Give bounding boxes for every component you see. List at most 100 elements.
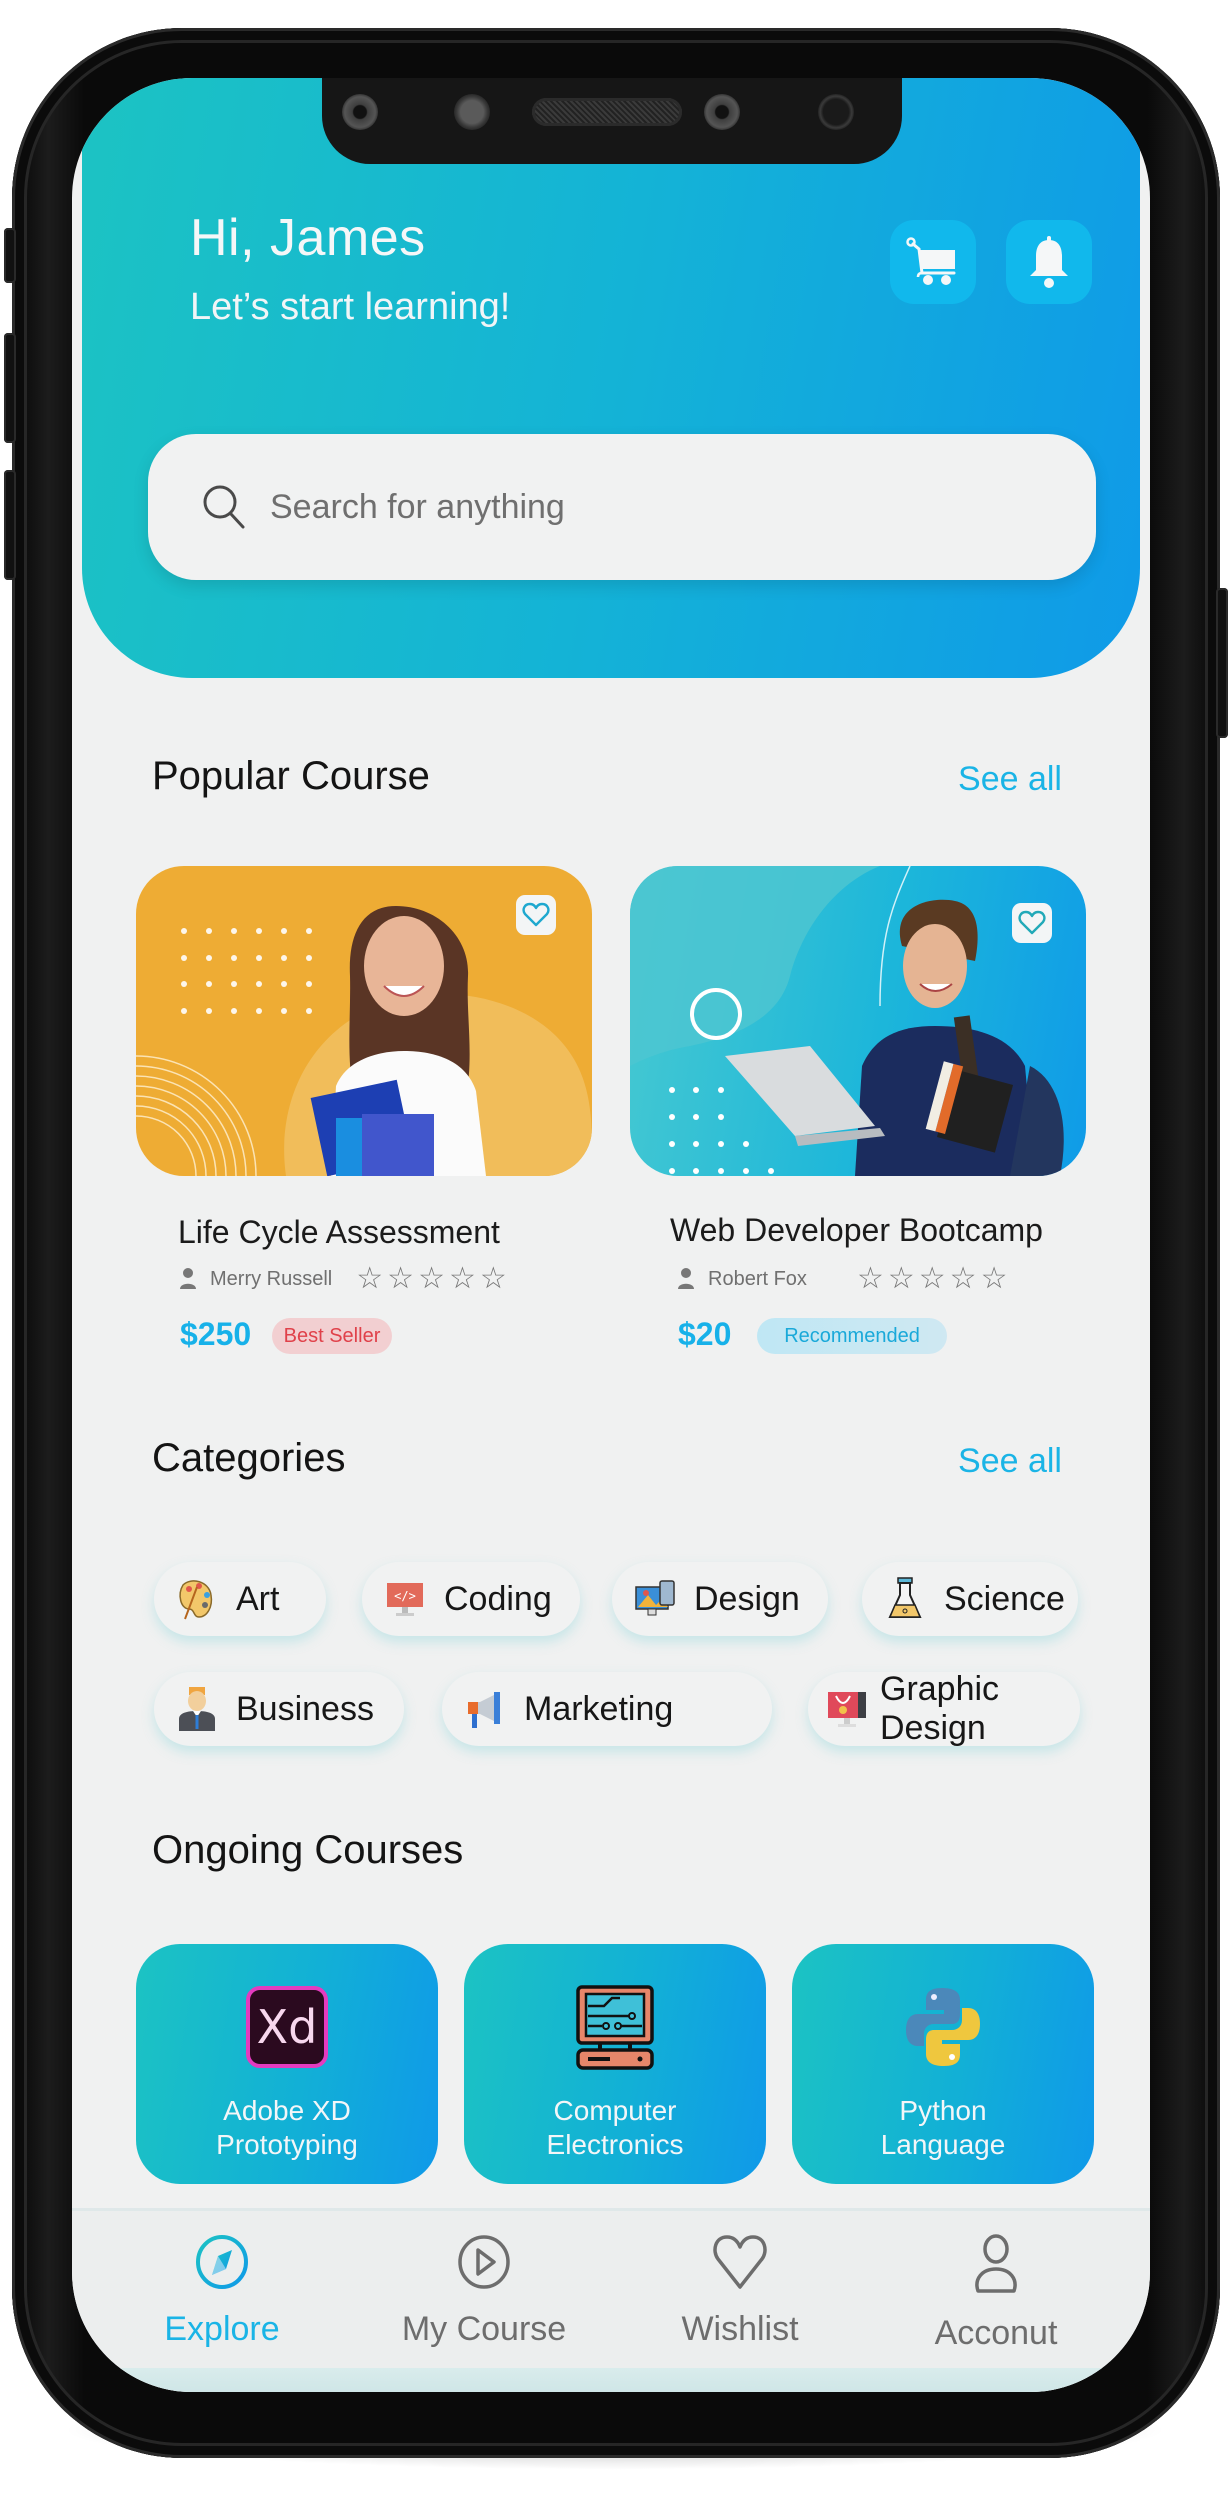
heart-outline-icon — [1018, 910, 1046, 935]
recommended-badge: Recommended — [757, 1318, 947, 1354]
earpiece-speaker — [532, 98, 682, 126]
category-label: Art — [236, 1579, 280, 1618]
adobe-xd-logo-text: Xd — [246, 1986, 328, 2068]
greeting-subtitle: Let’s start learning! — [190, 286, 511, 328]
nav-account[interactable]: Acconut — [906, 2233, 1086, 2353]
course-price: $20 — [678, 1316, 732, 1352]
python-icon — [900, 1984, 986, 2070]
code-monitor-icon: </> — [384, 1578, 426, 1620]
course-title[interactable]: Web Developer Bootcamp — [670, 1212, 1043, 1249]
category-chip-science[interactable]: Science — [862, 1562, 1078, 1636]
bell-icon — [1030, 236, 1068, 288]
best-seller-badge: Best Seller — [272, 1318, 392, 1354]
adobe-xd-icon: Xd — [244, 1984, 330, 2070]
ongoing-course-card[interactable]: Python Language — [792, 1944, 1094, 2184]
cart-button[interactable] — [890, 220, 976, 304]
star-empty-icon: ☆ — [887, 1262, 915, 1295]
course-card-image[interactable] — [136, 866, 592, 1176]
course-meta: Robert Fox ☆ ☆ ☆ ☆ ☆ — [678, 1264, 1007, 1294]
course-card-image[interactable] — [630, 866, 1086, 1176]
cart-icon — [906, 237, 956, 285]
course-meta: Merry Russell ☆ ☆ ☆ ☆ ☆ — [180, 1264, 507, 1294]
instructor-icon — [180, 1268, 196, 1289]
category-chip-design[interactable]: Design — [612, 1562, 828, 1636]
course-name-line2: Electronics — [546, 2129, 684, 2160]
svg-text:</>: </> — [394, 1589, 416, 1603]
star-empty-icon: ☆ — [980, 1262, 1008, 1295]
course-name-line1: Computer — [553, 2095, 677, 2126]
nav-label: Explore — [164, 2310, 280, 2348]
flask-icon — [884, 1577, 926, 1620]
circuit-computer-icon — [572, 1984, 658, 2070]
sensor-icon — [818, 94, 854, 130]
wishlist-toggle[interactable] — [1012, 903, 1052, 943]
power-button — [1216, 588, 1228, 738]
ongoing-courses-heading: Ongoing Courses — [152, 1828, 464, 1872]
category-label: Science — [944, 1579, 1065, 1618]
greeting-title: Hi, James — [190, 209, 426, 267]
star-empty-icon: ☆ — [479, 1262, 507, 1295]
ongoing-course-label: Adobe XD Prototyping — [136, 2094, 438, 2162]
ongoing-course-card[interactable]: Xd Adobe XD Prototyping — [136, 1944, 438, 2184]
category-chip-art[interactable]: Art — [154, 1562, 326, 1636]
ongoing-course-label: Computer Electronics — [464, 2094, 766, 2162]
instructor-name: Robert Fox — [708, 1267, 807, 1290]
popular-course-heading: Popular Course — [152, 754, 430, 798]
volume-down-button — [4, 470, 16, 580]
category-label: Coding — [444, 1579, 552, 1618]
bottom-navigation: Explore My Course Wishlist Acconut — [72, 2208, 1150, 2392]
ongoing-course-card[interactable]: Computer Electronics — [464, 1944, 766, 2184]
heart-outline-icon — [522, 902, 550, 927]
search-icon — [203, 485, 245, 529]
nav-my-course[interactable]: My Course — [394, 2233, 574, 2349]
header-banner: Hi, James Let’s start learning! — [82, 78, 1140, 678]
silent-switch — [4, 228, 16, 283]
home-indicator-area — [72, 2368, 1150, 2392]
nav-label: Wishlist — [681, 2310, 799, 2348]
nav-label: Acconut — [934, 2314, 1058, 2352]
megaphone-icon — [464, 1688, 506, 1730]
category-chip-business[interactable]: Business — [154, 1672, 404, 1746]
user-icon — [975, 2234, 1017, 2293]
category-chip-graphic-design[interactable]: Graphic Design — [808, 1670, 1080, 1747]
wishlist-toggle[interactable] — [516, 895, 556, 935]
category-chip-coding[interactable]: </> Coding — [362, 1562, 580, 1636]
nav-explore[interactable]: Explore — [132, 2233, 312, 2349]
heart-icon — [713, 2235, 767, 2289]
instructor-icon — [678, 1268, 694, 1289]
volume-up-button — [4, 333, 16, 443]
rating-stars: ☆ ☆ ☆ ☆ ☆ — [857, 1264, 1008, 1294]
search-bar[interactable] — [148, 434, 1096, 580]
search-input[interactable] — [270, 487, 1030, 527]
pen-tool-monitor-icon — [826, 1688, 868, 1730]
category-chip-marketing[interactable]: Marketing — [442, 1672, 772, 1746]
nav-wishlist[interactable]: Wishlist — [650, 2233, 830, 2349]
star-empty-icon: ☆ — [356, 1262, 384, 1295]
nav-label: My Course — [401, 2310, 567, 2348]
course-name-line1: Adobe XD — [223, 2095, 351, 2126]
course-price: $250 — [180, 1316, 252, 1352]
instructor-name: Merry Russell — [210, 1267, 333, 1290]
front-camera-icon — [704, 94, 740, 130]
course-name-line2: Prototyping — [216, 2129, 358, 2160]
sensor-icon — [342, 94, 378, 130]
course-name-line2: Language — [880, 2129, 1006, 2160]
notch — [322, 78, 902, 164]
categories-heading: Categories — [152, 1436, 346, 1480]
star-empty-icon: ☆ — [918, 1262, 946, 1295]
course-title[interactable]: Life Cycle Assessment — [178, 1214, 500, 1251]
compass-icon — [196, 2235, 248, 2289]
star-empty-icon: ☆ — [949, 1262, 977, 1295]
star-empty-icon: ☆ — [448, 1262, 476, 1295]
categories-see-all-link[interactable]: See all — [958, 1442, 1062, 1481]
palette-icon — [176, 1578, 218, 1620]
notifications-button[interactable] — [1006, 220, 1092, 304]
category-label: Design — [694, 1579, 800, 1618]
popular-see-all-link[interactable]: See all — [958, 760, 1062, 799]
star-empty-icon: ☆ — [856, 1262, 884, 1295]
ongoing-course-label: Python Language — [792, 2094, 1094, 2162]
sensor-icon — [454, 94, 490, 130]
rating-stars: ☆ ☆ ☆ ☆ ☆ — [356, 1264, 507, 1294]
businessman-icon — [176, 1687, 218, 1731]
course-name-line1: Python — [899, 2095, 987, 2126]
